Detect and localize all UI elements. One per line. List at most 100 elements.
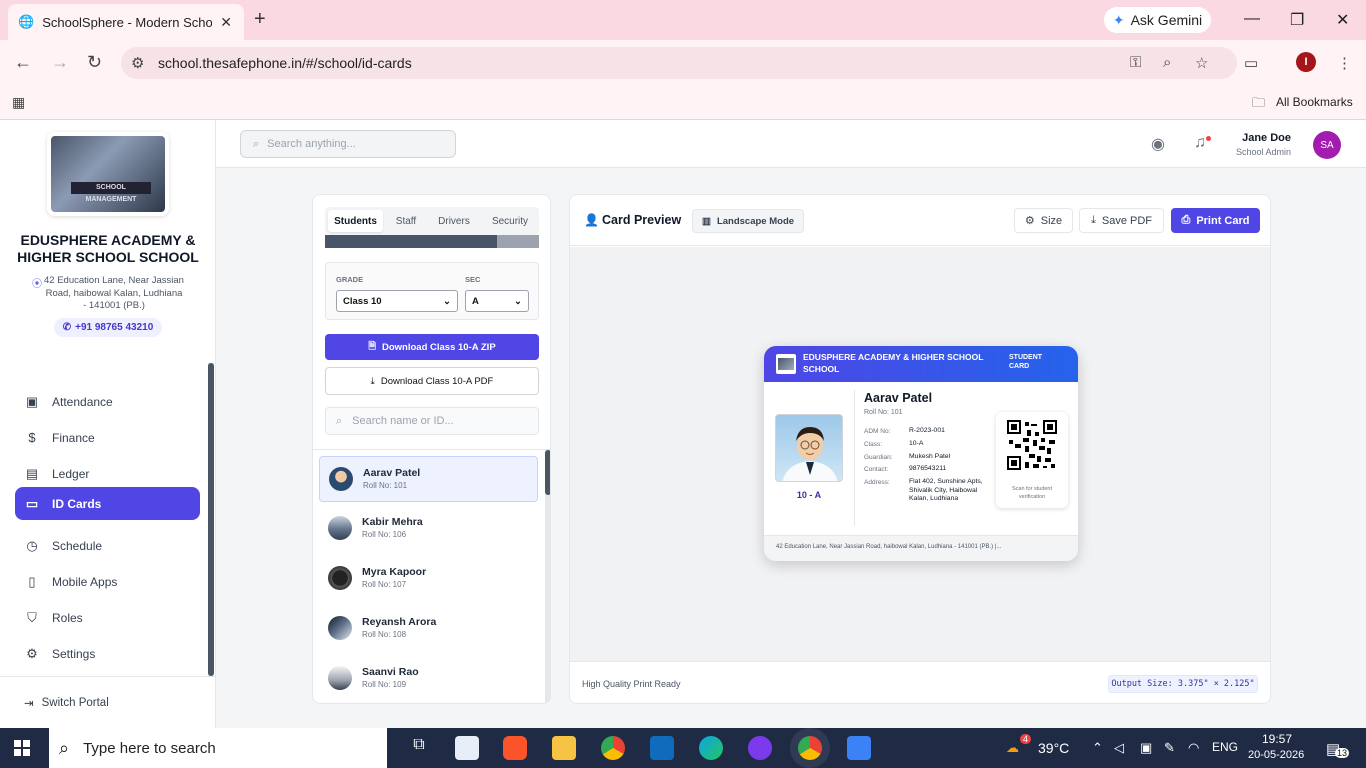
- language-indicator[interactable]: ENG: [1212, 740, 1238, 754]
- url-text: school.thesafephone.in/#/school/id-cards: [158, 55, 412, 71]
- site-info-icon[interactable]: ⚙: [131, 54, 144, 72]
- gemini-sparkle-icon: ✦: [1112, 11, 1125, 28]
- url-bar[interactable]: school.thesafephone.in/#/school/id-cards: [121, 47, 1237, 79]
- list-item[interactable]: Aarav Patel Roll No: 101: [319, 456, 538, 502]
- sidebar-item-finance[interactable]: $ Finance: [15, 421, 200, 454]
- bell-icon[interactable]: ♫: [1194, 134, 1206, 152]
- list-item[interactable]: Reyansh Arora Roll No: 108: [319, 606, 538, 652]
- preview-stage: EDUSPHERE ACADEMY & HIGHER SCHOOL SCHOOL…: [570, 247, 1270, 661]
- tab-security[interactable]: Security: [483, 210, 537, 232]
- clock-date[interactable]: 20-05-2026: [1248, 749, 1304, 761]
- download-icon: ⤓: [1090, 214, 1096, 226]
- global-search-input[interactable]: ⌕ Search anything...: [240, 130, 456, 158]
- school-logo: SCHOOL MANAGEMENT: [47, 132, 169, 216]
- tab-drivers[interactable]: Drivers: [431, 210, 477, 232]
- save-pdf-button[interactable]: ⤓ Save PDF: [1079, 208, 1164, 233]
- minimize-icon[interactable]: —: [1244, 10, 1260, 28]
- meet-icon[interactable]: ▣: [1140, 740, 1152, 756]
- apps-grid-icon[interactable]: ▦: [12, 94, 25, 111]
- user-name: Jane Doe: [1242, 132, 1291, 144]
- forward-icon[interactable]: →: [51, 52, 69, 73]
- sidebar-item-schedule[interactable]: ◷ Schedule: [15, 529, 200, 562]
- tab-staff[interactable]: Staff: [387, 210, 425, 232]
- list-item[interactable]: Myra Kapoor Roll No: 107: [319, 556, 538, 602]
- logo-band: SCHOOL MANAGEMENT: [71, 182, 151, 203]
- weather-icon[interactable]: ☁: [1006, 740, 1019, 756]
- grade-select[interactable]: Class 10 ⌄: [336, 290, 458, 312]
- sidebar-item-ledger[interactable]: ▤ Ledger: [15, 457, 200, 490]
- menu-kebab-icon[interactable]: ⋮: [1337, 54, 1352, 72]
- sidebar-menu: ▣ Attendance $ Finance ▤ Ledger ▭ ID Car…: [0, 363, 208, 676]
- list-item[interactable]: Kabir Mehra Roll No: 106: [319, 506, 538, 552]
- outlook-icon[interactable]: [650, 736, 674, 760]
- list-scrollbar-thumb[interactable]: [545, 450, 550, 495]
- brave-icon[interactable]: [503, 736, 527, 760]
- sidebar-item-id-cards[interactable]: ▭ ID Cards: [15, 487, 200, 520]
- windows-start-icon[interactable]: [14, 740, 30, 756]
- download-zip-button[interactable]: 🗎 Download Class 10-A ZIP: [325, 334, 539, 360]
- wifi-icon[interactable]: ◠: [1188, 740, 1199, 756]
- student-list: Aarav Patel Roll No: 101 Kabir Mehra Rol…: [313, 449, 550, 703]
- location-pin-icon: ⦿: [32, 279, 42, 290]
- landscape-mode-button[interactable]: ▥ Landscape Mode: [692, 209, 804, 233]
- file-explorer-icon[interactable]: [552, 736, 576, 760]
- tabs-scrollbar-thumb[interactable]: [325, 235, 497, 248]
- task-view-icon[interactable]: ⧉: [407, 736, 431, 760]
- temperature[interactable]: 39°C: [1038, 740, 1069, 756]
- sidebar-item-attendance[interactable]: ▣ Attendance: [15, 385, 200, 418]
- sidebar-scrollbar-thumb[interactable]: [208, 363, 214, 676]
- maximize-icon[interactable]: ❐: [1290, 10, 1304, 30]
- card-logo-image: [778, 358, 794, 370]
- switch-portal-button[interactable]: ⇥ Switch Portal: [0, 676, 215, 728]
- tab-students[interactable]: Students: [328, 210, 383, 232]
- search-icon: ⌕: [253, 137, 260, 150]
- print-card-button[interactable]: ⎙ Print Card: [1171, 208, 1260, 233]
- school-phone-badge[interactable]: ✆ +91 98765 43210: [54, 318, 162, 337]
- cast-icon[interactable]: ▭: [1244, 54, 1258, 72]
- sidebar-item-mobile-apps[interactable]: ▯ Mobile Apps: [15, 565, 200, 598]
- id-card-header: EDUSPHERE ACADEMY & HIGHER SCHOOL SCHOOL…: [764, 346, 1078, 382]
- sidebar-item-roles[interactable]: ⛉ Roles: [15, 601, 200, 634]
- chat-app-icon[interactable]: [748, 736, 772, 760]
- avatar: [328, 516, 352, 540]
- browser-tab-strip: 🌐 SchoolSphere - Modern School ✕ + ✦ Ask…: [0, 0, 1366, 40]
- eye-icon[interactable]: ◉: [1151, 134, 1165, 154]
- taskbar-search-input[interactable]: ⌕ Type here to search: [49, 728, 387, 768]
- size-button[interactable]: ⚙ Size: [1014, 208, 1073, 233]
- key-icon[interactable]: ⚿: [1130, 54, 1141, 71]
- chevron-up-icon[interactable]: ⌃: [1092, 740, 1103, 756]
- new-tab-button[interactable]: +: [254, 8, 266, 31]
- download-pdf-button[interactable]: ⤓ Download Class 10-A PDF: [325, 367, 539, 395]
- student-name: Myra Kapoor: [362, 566, 427, 578]
- edge-icon[interactable]: [699, 736, 723, 760]
- zoom-icon[interactable]: ⌕: [1163, 54, 1171, 71]
- browser-tab[interactable]: 🌐 SchoolSphere - Modern School ✕: [8, 4, 244, 40]
- student-name: Kabir Mehra: [362, 516, 423, 528]
- close-tab-icon[interactable]: ✕: [220, 14, 232, 31]
- sidebar-item-label: Roles: [52, 610, 83, 625]
- filter-box: GRADE SEC Class 10 ⌄ A ⌄: [325, 262, 539, 320]
- store-icon[interactable]: [455, 736, 479, 760]
- avatar[interactable]: SA: [1313, 131, 1341, 159]
- chrome-icon[interactable]: [601, 736, 625, 760]
- all-bookmarks-link[interactable]: All Bookmarks: [1276, 95, 1353, 109]
- volume-icon[interactable]: ◁: [1114, 740, 1124, 756]
- print-card-label: Print Card: [1196, 214, 1250, 227]
- clock-time[interactable]: 19:57: [1262, 732, 1292, 746]
- chevron-down-icon: ⌄: [443, 295, 451, 307]
- list-item[interactable]: Saanvi Rao Roll No: 109: [319, 656, 538, 702]
- student-search-input[interactable]: ⌕ Search name or ID...: [325, 407, 539, 435]
- profile-avatar[interactable]: I: [1296, 52, 1316, 72]
- reload-icon[interactable]: ↻: [87, 52, 102, 73]
- window-close-icon[interactable]: ✕: [1336, 10, 1349, 30]
- ask-gemini-button[interactable]: ✦ Ask Gemini: [1104, 7, 1211, 33]
- pen-icon[interactable]: ✎: [1164, 740, 1175, 756]
- sidebar-item-settings[interactable]: ⚙ Settings: [15, 637, 200, 670]
- phone-icon: ✆: [62, 322, 72, 333]
- photos-icon[interactable]: [847, 736, 871, 760]
- bookmark-star-icon[interactable]: ☆: [1195, 54, 1208, 72]
- back-icon[interactable]: ←: [14, 52, 32, 73]
- chrome-active-icon[interactable]: [790, 728, 830, 768]
- card-divider: [854, 390, 855, 526]
- section-select[interactable]: A ⌄: [465, 290, 529, 312]
